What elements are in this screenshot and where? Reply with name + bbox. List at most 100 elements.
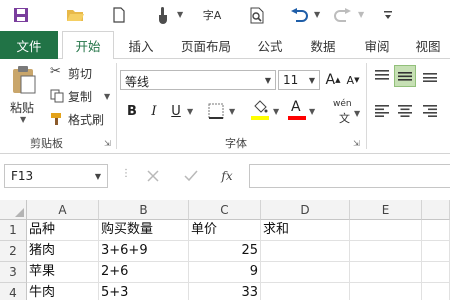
column-header-d[interactable]: D [261,200,350,220]
column-header-b[interactable]: B [99,200,189,220]
align-bottom-icon [423,73,437,82]
paste-button[interactable]: 粘贴 ▼ [6,63,42,124]
save-icon[interactable] [10,5,32,25]
align-middle-button[interactable] [394,65,416,87]
chevron-down-icon[interactable]: ▼ [177,10,183,19]
tab-view[interactable]: 视图 [406,31,450,59]
spelling-icon[interactable]: 字A [200,5,224,25]
touch-mode-icon[interactable] [152,5,174,25]
align-top-button[interactable] [371,65,393,87]
tab-data[interactable]: 数据 [300,31,346,59]
fill-color-dropdown-icon[interactable]: ▼ [273,107,279,116]
cell-f2[interactable] [422,241,450,262]
redo-icon [332,5,354,25]
cell-a4[interactable]: 牛肉 [27,283,99,300]
resize-handle-icon[interactable]: ⋮ [121,168,131,179]
alignment-group [367,59,450,154]
cancel-button[interactable] [140,166,166,186]
row-header-4[interactable]: 4 [0,283,27,300]
underline-dropdown-icon[interactable]: ▼ [187,107,193,116]
cell-e4[interactable] [350,283,422,300]
grow-font-icon: A [325,72,336,88]
cut-button[interactable]: ✂ 剪切 [48,64,108,82]
cell-d3[interactable] [261,262,350,283]
grow-font-button[interactable]: A ▲ [324,70,342,90]
borders-button[interactable] [205,101,227,121]
font-size-select[interactable]: 11 ▼ [278,70,320,90]
column-header-a[interactable]: A [27,200,99,220]
enter-button[interactable] [178,166,204,186]
cell-e2[interactable] [350,241,422,262]
tab-home[interactable]: 开始 [62,31,114,60]
cell-b1[interactable]: 购买数量 [99,220,189,241]
align-bottom-button[interactable] [419,65,441,87]
undo-dropdown-icon[interactable]: ▼ [314,10,320,19]
new-document-icon[interactable] [109,5,129,25]
cell-c4[interactable]: 33 [189,283,261,300]
open-folder-icon[interactable] [63,5,87,25]
align-right-button[interactable] [419,100,441,122]
column-header-e[interactable]: E [350,200,422,220]
cell-f3[interactable] [422,262,450,283]
undo-icon[interactable] [288,5,310,25]
italic-button[interactable]: I [145,101,163,121]
dialog-launcher-icon[interactable]: ⇲ [353,139,360,148]
row-header-2[interactable]: 2 [0,241,27,262]
tab-page-layout[interactable]: 页面布局 [170,31,242,59]
select-all-corner[interactable] [0,200,27,220]
cell-f1[interactable] [422,220,450,241]
cell-e1[interactable] [350,220,422,241]
formula-input[interactable] [249,164,450,188]
cell-d1[interactable]: 求和 [261,220,350,241]
close-icon [147,170,159,182]
tab-file[interactable]: 文件 [0,31,58,59]
row-header-3[interactable]: 3 [0,262,27,283]
cell-d2[interactable] [261,241,350,262]
tab-insert[interactable]: 插入 [117,31,165,59]
cell-f4[interactable] [422,283,450,300]
tab-formulas[interactable]: 公式 [248,31,292,59]
bold-button[interactable]: B [123,101,141,121]
cell-d4[interactable] [261,283,350,300]
fill-color-button[interactable] [249,99,271,123]
name-box[interactable]: F13 ▼ [4,164,108,188]
font-color-dropdown-icon[interactable]: ▼ [309,107,315,116]
align-center-button[interactable] [394,100,416,122]
copy-dropdown-icon[interactable]: ▼ [104,92,110,101]
cell-e3[interactable] [350,262,422,283]
font-name-select[interactable]: 等线 ▼ [120,70,276,90]
cell-a3[interactable]: 苹果 [27,262,99,283]
phonetic-button[interactable]: wén 文 ▼ [331,97,360,125]
print-preview-icon[interactable] [246,5,268,25]
underline-button[interactable]: U [167,101,185,121]
cell-c2[interactable]: 25 [189,241,261,262]
paste-dropdown-icon[interactable]: ▼ [20,115,26,124]
chevron-down-icon: ▼ [308,76,315,85]
chevron-down-icon[interactable]: ▼ [95,172,101,181]
borders-dropdown-icon[interactable]: ▼ [229,107,235,116]
cell-c3[interactable]: 9 [189,262,261,283]
phonetic-dropdown-icon[interactable]: ▼ [354,109,360,118]
insert-function-button[interactable]: fx [214,166,240,186]
tab-review[interactable]: 审阅 [354,31,400,59]
cell-c1[interactable]: 单价 [189,220,261,241]
check-icon [184,170,198,182]
cell-b2[interactable]: 3+6+9 [99,241,189,262]
row-header-1[interactable]: 1 [0,220,27,241]
cell-a2[interactable]: 猪肉 [27,241,99,262]
copy-button[interactable]: 复制 ▼ [48,87,114,105]
dialog-launcher-icon[interactable]: ⇲ [104,139,111,148]
select-all-icon [15,208,24,217]
cell-b4[interactable]: 5+3 [99,283,189,300]
column-header-f[interactable] [422,200,450,220]
font-color-button[interactable]: A [287,99,307,123]
format-painter-button[interactable]: 格式刷 [48,110,114,128]
align-left-button[interactable] [371,100,393,122]
cell-b3[interactable]: 2+6 [99,262,189,283]
font-name-value: 等线 [125,75,150,89]
column-header-c[interactable]: C [189,200,261,220]
shrink-font-button[interactable]: A ▼ [344,70,362,90]
font-color-letter: A [291,99,301,115]
cell-a1[interactable]: 品种 [27,220,99,241]
customize-icon[interactable] [378,5,398,25]
